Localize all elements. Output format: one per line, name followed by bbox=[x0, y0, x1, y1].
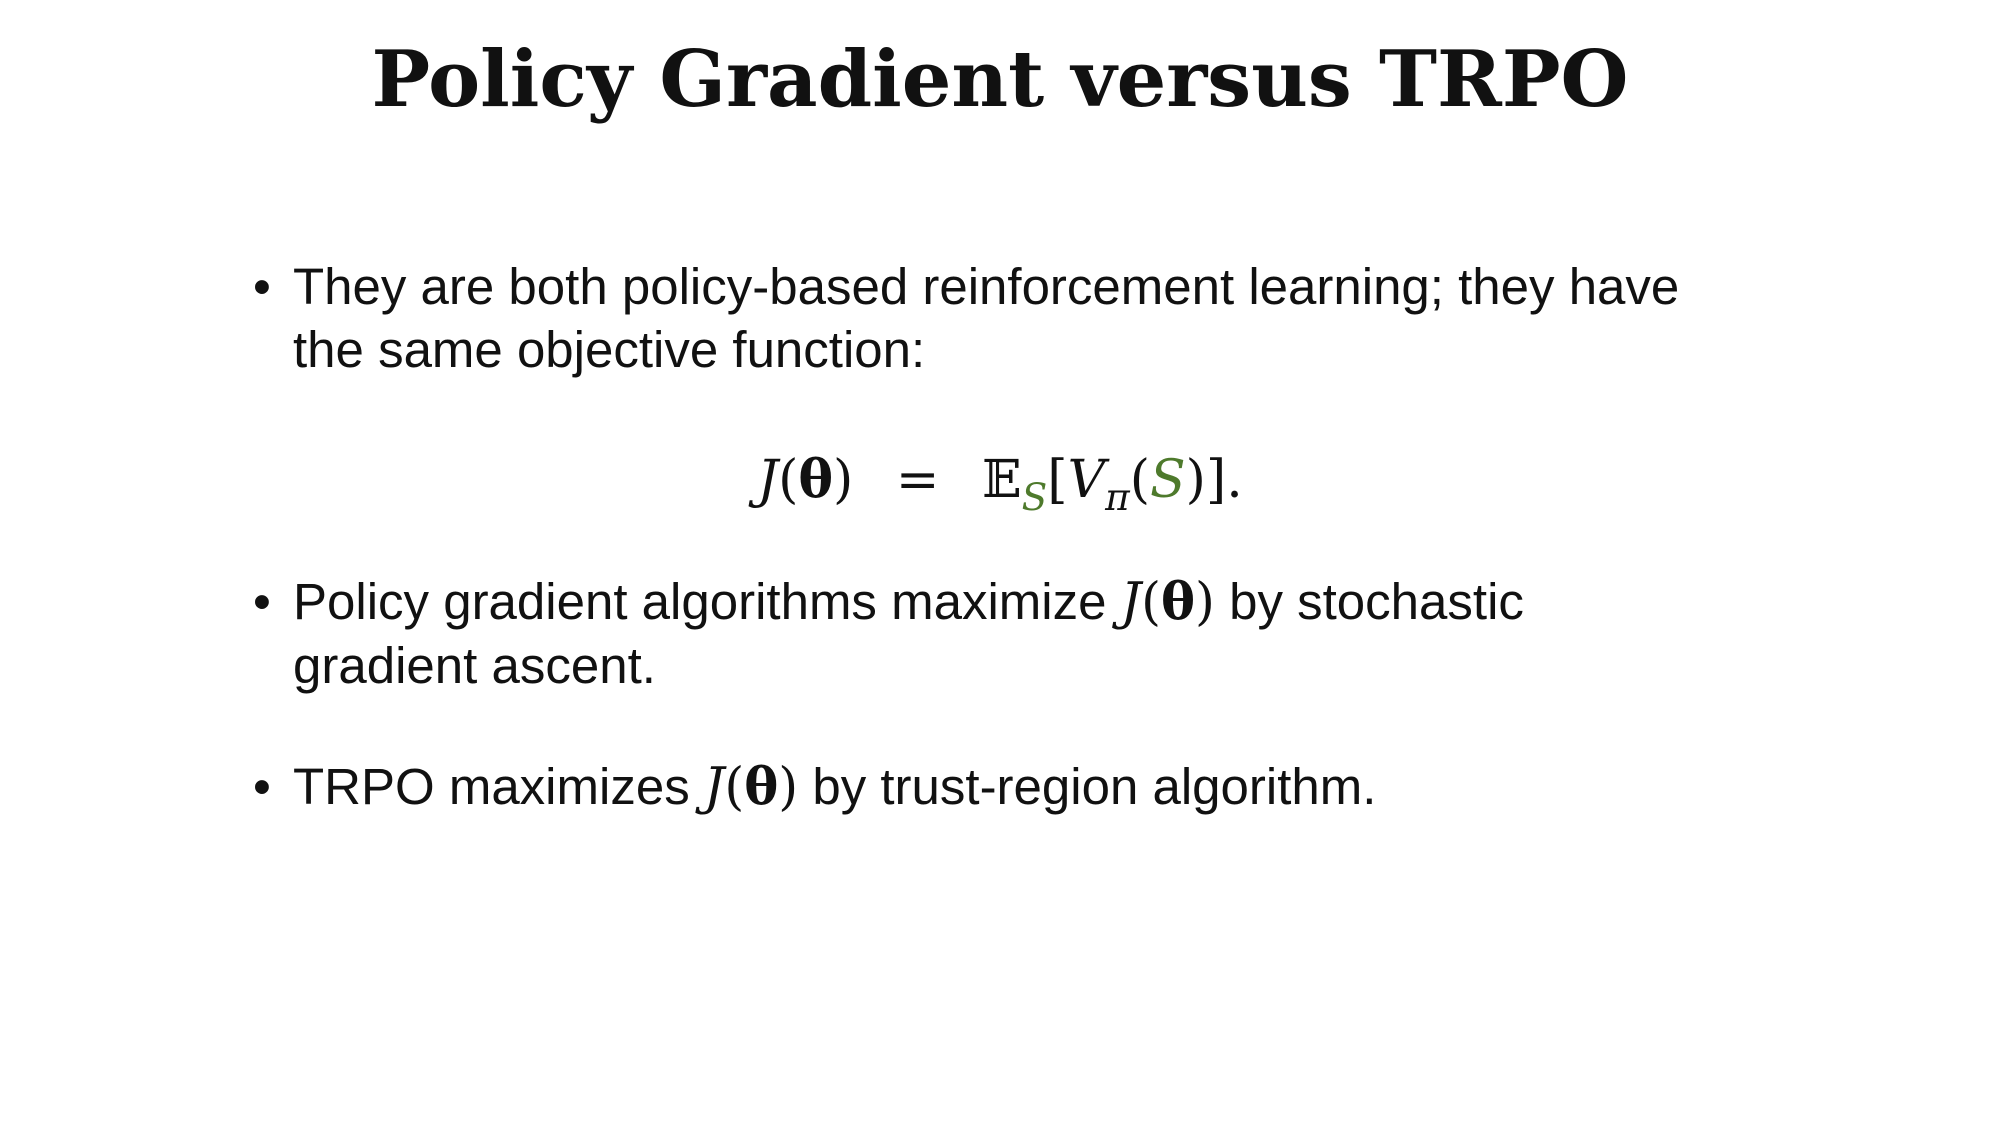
math-v: V bbox=[1067, 450, 1106, 510]
math-subscript-pi: π bbox=[1105, 475, 1130, 520]
math-paren-open: ( bbox=[778, 450, 799, 510]
math-theta: θ bbox=[798, 449, 834, 510]
bullet-text-after: by stochastic bbox=[1229, 573, 1524, 630]
math-paren-open: ( bbox=[1129, 450, 1151, 510]
math-state-s: S bbox=[1150, 450, 1186, 510]
bullet-marker: • bbox=[253, 258, 271, 315]
math-expectation: 𝔼 bbox=[981, 450, 1022, 510]
bullet-text: TRPO maximizes J(θ) by trust-region algo… bbox=[293, 755, 1813, 819]
bullet-item-3: • TRPO maximizes J(θ) by trust-region al… bbox=[253, 755, 1813, 819]
bullet-line: TRPO maximizes J(θ) by trust-region algo… bbox=[293, 755, 1813, 819]
math-subscript-s: S bbox=[1021, 475, 1048, 520]
bullet-text-after: by trust-region algorithm. bbox=[812, 758, 1377, 815]
slide-title: Policy Gradient versus TRPO bbox=[371, 34, 1629, 125]
inline-math-j-theta: J(θ) bbox=[703, 757, 799, 817]
bullet-text: Policy gradient algorithms maximize J(θ)… bbox=[293, 570, 1813, 697]
bullet-item-2: • Policy gradient algorithms maximize J(… bbox=[253, 570, 1813, 697]
bullet-item-1: • They are both policy-based reinforceme… bbox=[253, 255, 1813, 381]
bullet-text-before: Policy gradient algorithms maximize bbox=[293, 573, 1107, 630]
math-j: J bbox=[757, 450, 779, 510]
bullet-line: Policy gradient algorithms maximize J(θ)… bbox=[293, 570, 1813, 634]
math-bracket-close: ] bbox=[1205, 450, 1227, 510]
bullet-line: the same objective function: bbox=[293, 321, 926, 378]
bullet-text-before: TRPO maximizes bbox=[293, 758, 690, 815]
math-paren-close: ) bbox=[833, 450, 854, 510]
bullet-line: gradient ascent. bbox=[293, 637, 656, 694]
math-period: . bbox=[1226, 450, 1243, 510]
inline-math-j-theta: J(θ) bbox=[1120, 572, 1215, 632]
math-paren-close: ) bbox=[1185, 450, 1206, 510]
math-bracket-open: [ bbox=[1047, 450, 1068, 510]
bullet-marker: • bbox=[253, 573, 271, 630]
objective-equation: J(θ) = 𝔼S[Vπ(S)]. bbox=[0, 445, 2000, 532]
bullet-text: They are both policy-based reinforcement… bbox=[293, 255, 1813, 381]
bullet-marker: • bbox=[253, 758, 271, 815]
bullet-line: They are both policy-based reinforcement… bbox=[293, 258, 1680, 315]
math-equals: = bbox=[895, 450, 940, 510]
